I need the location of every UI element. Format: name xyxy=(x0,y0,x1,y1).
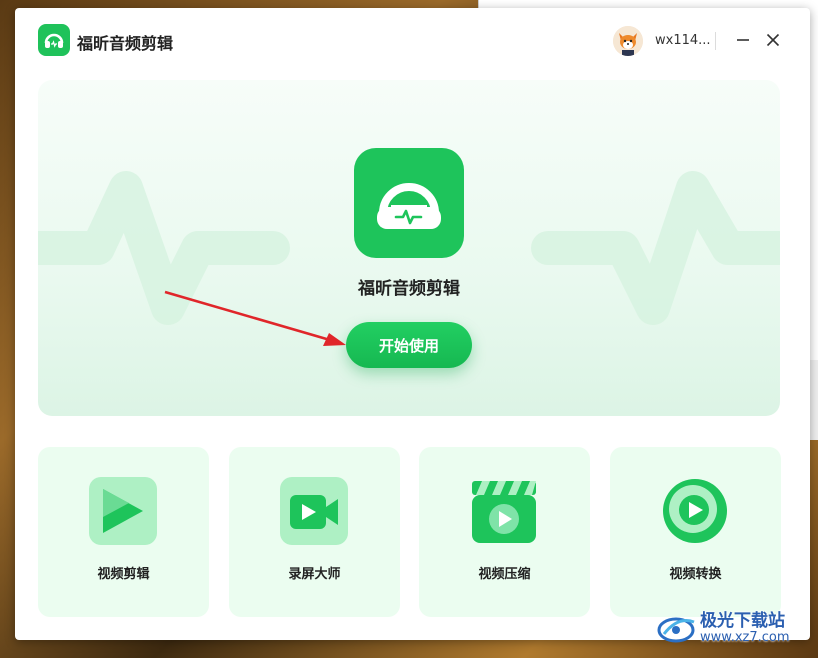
video-convert-icon xyxy=(661,477,729,545)
username[interactable]: wx114... xyxy=(655,33,711,48)
watermark-logo-icon xyxy=(657,617,695,643)
watermark-title: 极光下载站 xyxy=(700,611,785,631)
hero-panel: 福昕音频剪辑 开始使用 xyxy=(38,80,780,416)
minus-icon xyxy=(737,39,749,41)
app-title: 福昕音频剪辑 xyxy=(77,34,174,53)
headphone-icon xyxy=(44,33,64,48)
app-logo xyxy=(38,24,70,56)
fox-avatar-icon xyxy=(613,26,643,56)
start-button[interactable]: 开始使用 xyxy=(346,322,472,368)
tool-label: 视频剪辑 xyxy=(97,567,150,582)
video-compress-icon xyxy=(470,477,538,545)
tool-card-screen-record[interactable]: 录屏大师 xyxy=(229,447,400,617)
hero-app-icon xyxy=(354,148,464,258)
watermark-url: www.xz7.com xyxy=(700,630,790,645)
screen-record-icon xyxy=(280,477,348,545)
tool-cards: 视频剪辑 录屏大师 视频压缩 视频转换 xyxy=(38,447,781,617)
video-edit-icon xyxy=(89,477,157,545)
title-bar: 福昕音频剪辑 wx114... xyxy=(15,8,810,72)
tool-card-video-compress[interactable]: 视频压缩 xyxy=(419,447,590,617)
tool-card-video-edit[interactable]: 视频剪辑 xyxy=(38,447,209,617)
titlebar-divider xyxy=(715,32,716,50)
minimize-button[interactable] xyxy=(731,28,755,52)
tool-label: 视频压缩 xyxy=(478,567,531,582)
avatar[interactable] xyxy=(613,26,643,56)
close-icon xyxy=(766,33,780,47)
headphone-icon xyxy=(377,183,441,229)
app-window: 福昕音频剪辑 wx114... 福昕音频剪辑 开始使用 视频剪辑 录屏大师 视频… xyxy=(15,8,810,640)
tool-label: 视频转换 xyxy=(669,567,722,582)
close-button[interactable] xyxy=(761,28,785,52)
hero-app-name: 福昕音频剪辑 xyxy=(358,279,460,299)
tool-card-video-convert[interactable]: 视频转换 xyxy=(610,447,781,617)
tool-label: 录屏大师 xyxy=(288,567,341,582)
watermark: 极光下载站 www.xz7.com xyxy=(656,606,816,654)
